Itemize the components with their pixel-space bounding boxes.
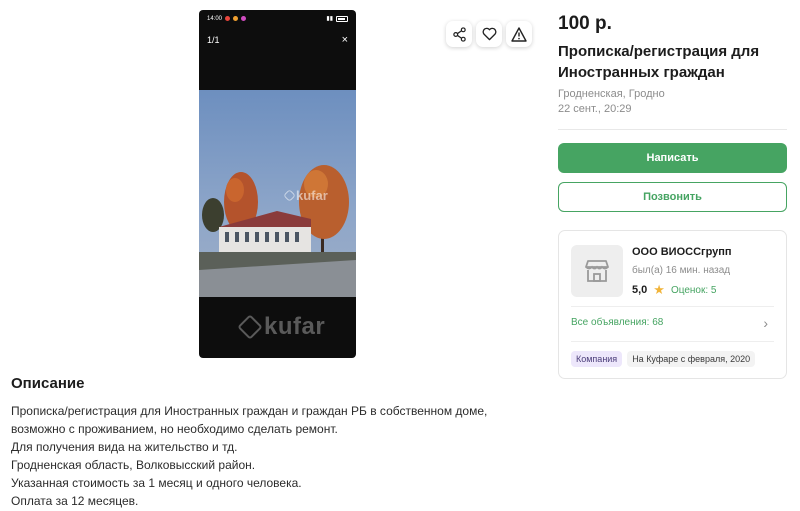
seller-card: ООО ВИОССгрупп был(а) 16 мин. назад 5,0 … [558, 230, 787, 379]
seller-rating: 5,0 ★ Оценок: 5 [632, 282, 717, 298]
close-icon[interactable]: × [342, 34, 348, 46]
listing-photo[interactable]: 14:00 ▮▮ 1/1 × kufar kufar [199, 10, 356, 358]
share-button[interactable] [446, 21, 472, 47]
divider [571, 341, 774, 342]
heart-icon [482, 27, 496, 41]
company-badge: Компания [571, 351, 623, 367]
warning-icon [511, 26, 527, 42]
listing-title: Прописка/регистрация для Иностранных гра… [558, 43, 760, 81]
status-time: 14:00 [207, 15, 223, 22]
kufar-watermark-text: kufar [296, 188, 328, 203]
listing-region: Гродненская, Гродно [558, 88, 665, 100]
write-message-button[interactable]: Написать [558, 143, 787, 173]
divider [558, 129, 787, 130]
description-heading: Описание [11, 375, 85, 392]
notification-icon [241, 16, 247, 21]
seller-last-seen: был(а) 16 мин. назад [632, 265, 731, 276]
share-icon [452, 26, 466, 42]
notification-icon [233, 16, 239, 21]
battery-icon [336, 15, 348, 22]
description-text: Прописка/регистрация для Иностранных гра… [11, 402, 551, 510]
member-since-badge: На Куфаре с февраля, 2020 [627, 351, 756, 367]
shop-icon [571, 245, 623, 297]
house-photo [199, 90, 356, 297]
seller-name[interactable]: ООО ВИОССгрупп [632, 246, 732, 258]
description-line: Прописка/регистрация для Иностранных гра… [11, 404, 488, 418]
description-line: Для получения вида на жительство и тд. [11, 440, 238, 454]
rating-value: 5,0 [632, 284, 648, 296]
kufar-watermark-big: kufar [237, 313, 326, 341]
kufar-logo-icon [237, 314, 263, 340]
call-button[interactable]: Позвонить [558, 182, 787, 212]
listing-date: 22 сент., 20:29 [558, 103, 632, 115]
description-line: Указанная стоимость за 1 месяц и одного … [11, 476, 302, 490]
reviews-link[interactable]: Оценок: 5 [671, 285, 717, 296]
listing-price: 100 р. [558, 13, 612, 34]
kufar-watermark-text: kufar [264, 313, 326, 340]
divider [571, 306, 774, 307]
phone-status-bar: 14:00 ▮▮ [199, 10, 356, 27]
signal-icon: ▮▮ [326, 16, 333, 22]
kufar-logo-icon [283, 189, 296, 202]
all-ads-link[interactable]: Все объявления: 68 [571, 317, 663, 328]
description-line: Оплата за 12 месяцев. [11, 494, 139, 508]
notification-icon [225, 16, 231, 21]
description-line: возможно с проживанием, но необходимо сд… [11, 422, 338, 436]
favorite-button[interactable] [476, 21, 502, 47]
star-icon: ★ [653, 282, 665, 297]
photo-counter: 1/1 [207, 34, 220, 45]
report-button[interactable] [506, 21, 532, 47]
chevron-right-icon[interactable]: › [763, 315, 768, 331]
kufar-watermark-small: kufar [283, 188, 328, 203]
description-line: Гродненская область, Волковысский район. [11, 458, 256, 472]
